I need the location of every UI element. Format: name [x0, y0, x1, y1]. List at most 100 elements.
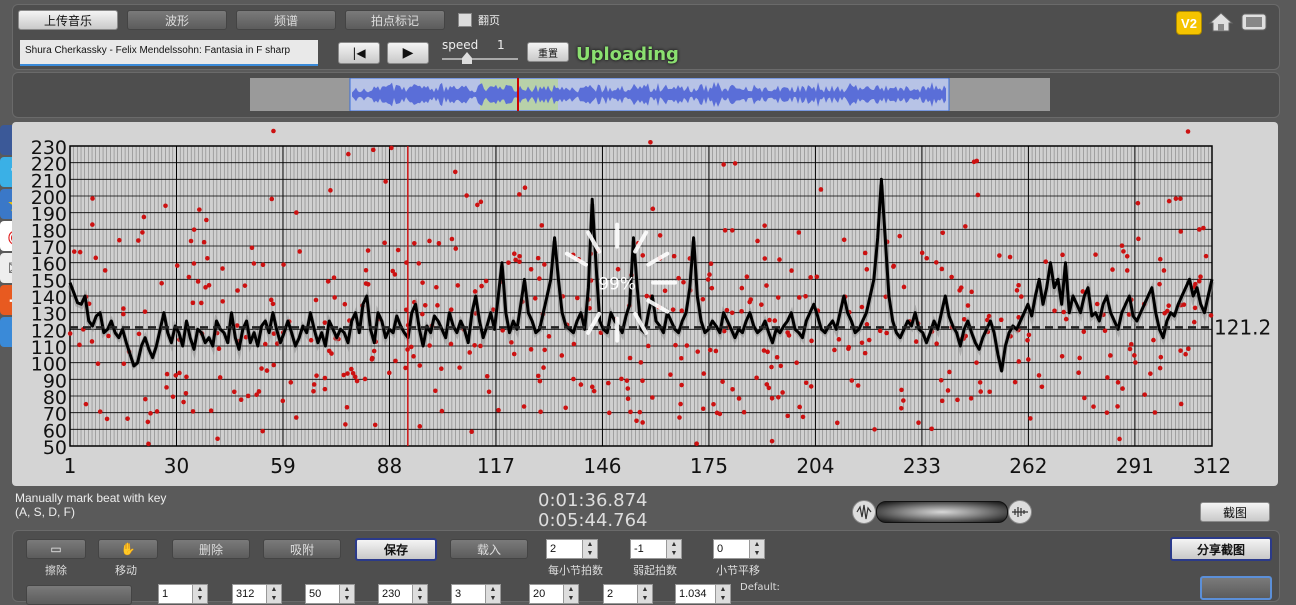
- tap-point[interactable]: [522, 185, 528, 190]
- tap-point[interactable]: [776, 394, 781, 400]
- tap-point[interactable]: [1104, 410, 1110, 415]
- tap-point[interactable]: [433, 388, 438, 394]
- tap-point[interactable]: [762, 223, 767, 228]
- tap-point[interactable]: [739, 309, 744, 314]
- tap-point[interactable]: [457, 365, 462, 370]
- tap-point[interactable]: [836, 337, 842, 342]
- tap-point[interactable]: [314, 373, 319, 378]
- tap-point[interactable]: [640, 253, 646, 258]
- tap-point[interactable]: [862, 350, 868, 356]
- tap-point[interactable]: [624, 378, 630, 383]
- tap-point[interactable]: [862, 250, 868, 256]
- tap-point[interactable]: [866, 337, 872, 343]
- tap-point[interactable]: [1132, 353, 1137, 358]
- stepper-arrows-icon[interactable]: ▲ ▼: [637, 585, 652, 603]
- row2-field-2[interactable]: 312 ▲ ▼: [232, 584, 282, 604]
- tap-point[interactable]: [679, 308, 685, 313]
- tap-point[interactable]: [769, 395, 775, 401]
- save-button[interactable]: 保存: [355, 538, 437, 561]
- tap-point[interactable]: [1117, 436, 1122, 442]
- tap-point[interactable]: [475, 202, 480, 208]
- pickup-stepper[interactable]: -1 ▲ ▼: [630, 539, 682, 559]
- tap-point[interactable]: [744, 274, 750, 280]
- tap-point[interactable]: [998, 317, 1004, 323]
- tap-point[interactable]: [644, 293, 650, 299]
- tap-point[interactable]: [947, 369, 952, 375]
- tap-point[interactable]: [640, 420, 645, 425]
- tap-point[interactable]: [754, 375, 759, 381]
- tap-point[interactable]: [362, 376, 368, 382]
- tap-point[interactable]: [93, 255, 99, 261]
- tap-point[interactable]: [249, 245, 255, 251]
- tap-point[interactable]: [541, 365, 546, 370]
- tempo-chart[interactable]: 2302202102001901801701601501401301201101…: [12, 122, 1278, 486]
- tap-point[interactable]: [1148, 371, 1153, 376]
- tap-point[interactable]: [1016, 282, 1021, 288]
- speed-slider-track[interactable]: [442, 58, 518, 60]
- tap-point[interactable]: [1091, 404, 1096, 409]
- tap-point[interactable]: [645, 343, 651, 349]
- tap-point[interactable]: [849, 378, 855, 383]
- tap-point[interactable]: [136, 238, 141, 243]
- tap-point[interactable]: [469, 429, 474, 435]
- tap-point[interactable]: [769, 438, 775, 444]
- tap-point[interactable]: [148, 411, 153, 416]
- tap-point[interactable]: [834, 420, 840, 426]
- tap-point[interactable]: [478, 199, 484, 205]
- tap-point[interactable]: [997, 253, 1002, 258]
- tap-point[interactable]: [884, 330, 889, 336]
- tap-point[interactable]: [1178, 348, 1183, 353]
- tap-point[interactable]: [1115, 380, 1121, 385]
- tap-point[interactable]: [1157, 256, 1163, 262]
- tap-point[interactable]: [846, 344, 852, 350]
- tap-point[interactable]: [1061, 309, 1066, 315]
- tap-point[interactable]: [251, 261, 257, 266]
- tap-point[interactable]: [512, 251, 517, 257]
- song-title-field[interactable]: Shura Cherkassky - Felix Mendelssohn: Fa…: [20, 40, 318, 66]
- tap-point[interactable]: [395, 247, 401, 253]
- tap-point[interactable]: [143, 396, 148, 402]
- tap-point[interactable]: [159, 280, 164, 286]
- tap-point[interactable]: [720, 379, 725, 384]
- tap-point[interactable]: [1028, 416, 1033, 421]
- tap-point[interactable]: [479, 283, 484, 289]
- tap-point[interactable]: [934, 341, 939, 346]
- tap-point[interactable]: [325, 279, 331, 284]
- tap-point[interactable]: [245, 393, 251, 399]
- upload-music-button[interactable]: 上传音乐: [18, 10, 118, 30]
- tap-point[interactable]: [269, 196, 275, 202]
- tap-point[interactable]: [1108, 353, 1113, 358]
- tap-point[interactable]: [741, 409, 747, 415]
- tap-point[interactable]: [183, 390, 189, 396]
- tap-point[interactable]: [1115, 404, 1120, 409]
- tap-point[interactable]: [486, 389, 492, 395]
- tap-point[interactable]: [472, 289, 478, 294]
- tap-point[interactable]: [146, 441, 151, 447]
- tap-point[interactable]: [363, 267, 369, 273]
- waveform-zoom-out-icon[interactable]: [852, 500, 876, 524]
- tap-point[interactable]: [673, 342, 678, 348]
- tap-point[interactable]: [969, 289, 974, 295]
- play-button[interactable]: ▶: [387, 42, 429, 64]
- tap-point[interactable]: [901, 398, 906, 403]
- tap-point[interactable]: [1007, 254, 1013, 260]
- tap-point[interactable]: [311, 382, 317, 387]
- tap-point[interactable]: [965, 303, 971, 308]
- tap-point[interactable]: [1152, 410, 1158, 415]
- tap-point[interactable]: [640, 378, 645, 384]
- tap-point[interactable]: [260, 262, 266, 268]
- tap-point[interactable]: [313, 297, 319, 303]
- tap-point[interactable]: [627, 355, 633, 361]
- tap-point[interactable]: [648, 139, 653, 145]
- tap-point[interactable]: [102, 268, 108, 273]
- tap-point[interactable]: [679, 382, 684, 388]
- tap-point[interactable]: [539, 223, 545, 228]
- tap-point[interactable]: [1203, 253, 1209, 259]
- tap-point[interactable]: [427, 238, 432, 244]
- tap-point[interactable]: [707, 272, 712, 277]
- tap-point[interactable]: [1157, 281, 1162, 287]
- tap-point[interactable]: [701, 371, 707, 376]
- tap-point[interactable]: [453, 246, 459, 251]
- tap-point[interactable]: [708, 261, 714, 267]
- stepper-arrows-icon[interactable]: ▲ ▼: [339, 585, 354, 603]
